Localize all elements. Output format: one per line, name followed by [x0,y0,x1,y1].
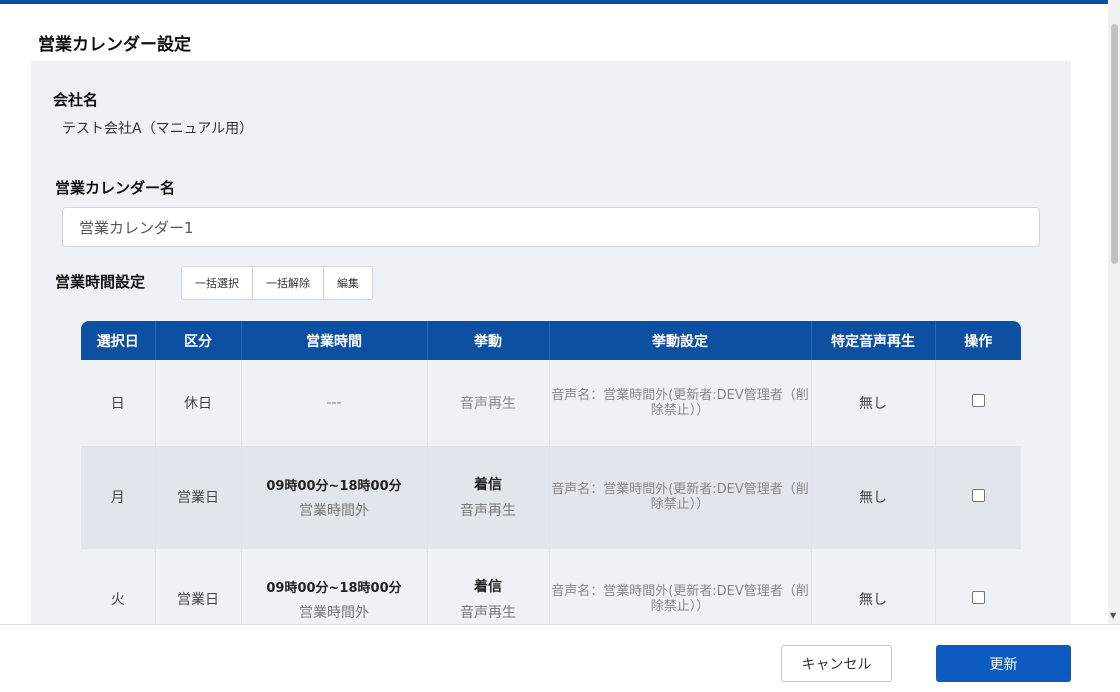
behavior-main: 着信 [474,477,502,493]
cell-specific-voice: 無し [811,446,936,549]
header-category: 区分 [155,321,242,360]
cell-day: 月 [81,446,156,549]
update-button[interactable]: 更新 [936,645,1071,682]
behavior-sub: 音声再生 [460,503,516,519]
scroll-down-arrow-icon[interactable]: ▼ [1110,611,1116,620]
cell-category: 営業日 [155,446,242,549]
select-all-button[interactable]: 一括選択 [182,267,253,299]
cell-behavior: 音声再生 [427,360,550,447]
header-behavior-setting: 挙動設定 [549,321,812,360]
header-business-hours: 営業時間 [241,321,428,360]
cell-specific-voice: 無し [811,360,936,447]
row-checkbox[interactable] [971,590,985,604]
behavior-sub: 音声再生 [460,605,516,621]
business-hours-table: 選択日 区分 営業時間 挙動 挙動設定 特定音声再生 操作 日 休日 --- 音… [81,321,1021,624]
cell-category: 休日 [155,360,242,447]
cell-operation [935,548,1021,624]
calendar-name-label: 営業カレンダー名 [55,179,176,197]
header-selected-day: 選択日 [81,321,156,360]
table-header-row: 選択日 区分 営業時間 挙動 挙動設定 特定音声再生 操作 [81,321,1021,360]
hours-action-group: 一括選択 一括解除 編集 [181,266,373,300]
edit-button[interactable]: 編集 [324,267,372,299]
hours-range: 09時00分~18時00分 [266,478,402,494]
header-behavior: 挙動 [427,321,550,360]
row-checkbox[interactable] [971,394,985,408]
header-operation: 操作 [935,321,1021,360]
dialog-footer: キャンセル 更新 [0,624,1120,692]
cell-day: 日 [81,360,156,447]
row-checkbox[interactable] [971,488,985,502]
cell-behavior: 着信 音声再生 [427,446,550,549]
cell-day: 火 [81,548,156,624]
cancel-button[interactable]: キャンセル [781,645,892,682]
behavior-main: 着信 [474,579,502,595]
top-accent-bar [0,0,1120,4]
table-row: 火 営業日 09時00分~18時00分 営業時間外 着信 音声再生 音声名：営業… [81,548,1021,624]
cell-hours: 09時00分~18時00分 営業時間外 [241,446,428,549]
cell-behavior: 着信 音声再生 [427,548,550,624]
dialog-body: 会社名 テスト会社A（マニュアル用） 営業カレンダー名 営業時間設定 一括選択 … [0,58,1120,624]
cell-specific-voice: 無し [811,548,936,624]
company-label: 会社名 [53,91,99,109]
hours-outside-label: 営業時間外 [299,604,369,621]
scrollbar-thumb[interactable] [1111,24,1118,264]
cell-behavior-setting: 音声名：営業時間外(更新者:DEV管理者（削除禁止）） [549,446,812,549]
cell-behavior-setting: 音声名：営業時間外(更新者:DEV管理者（削除禁止）） [549,548,812,624]
cell-operation [935,360,1021,447]
vertical-scrollbar[interactable]: ▼ [1108,0,1120,624]
table-row: 日 休日 --- 音声再生 音声名：営業時間外(更新者:DEV管理者（削除禁止）… [81,360,1021,447]
table-row: 月 営業日 09時00分~18時00分 営業時間外 着信 音声再生 音声名：営業… [81,446,1021,549]
hours-settings-label: 営業時間設定 [55,273,146,291]
deselect-all-button[interactable]: 一括解除 [253,267,324,299]
calendar-name-input[interactable] [62,207,1040,247]
hours-range: 09時00分~18時00分 [266,580,402,596]
hours-outside-label: 営業時間外 [299,502,369,519]
dialog-title: 営業カレンダー設定 [38,35,191,55]
cell-hours: --- [241,360,428,447]
cell-category: 営業日 [155,548,242,624]
cell-operation [935,446,1021,549]
company-value: テスト会社A（マニュアル用） [62,121,254,137]
cell-hours: 09時00分~18時00分 営業時間外 [241,548,428,624]
cell-behavior-setting: 音声名：営業時間外(更新者:DEV管理者（削除禁止）） [549,360,812,447]
header-specific-voice: 特定音声再生 [811,321,936,360]
